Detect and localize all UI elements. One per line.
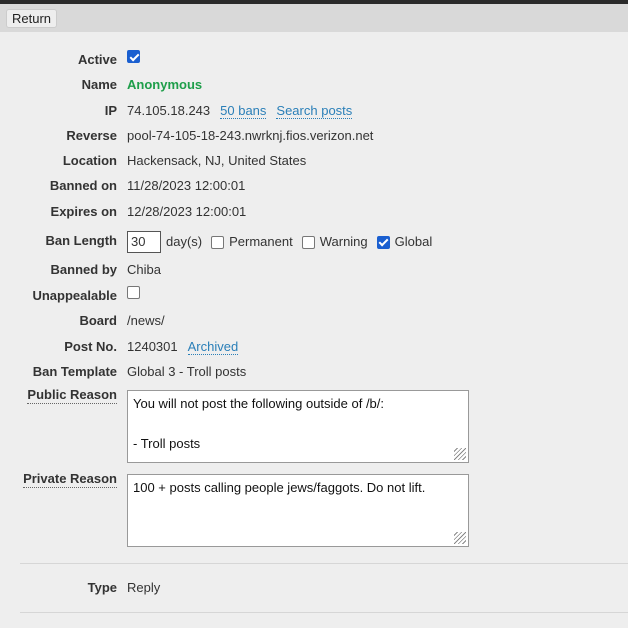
row-post-no: Post No. 1240301 Archived [0, 337, 628, 357]
row-ban-length: Ban Length 30 day(s) Permanent Warning G… [0, 231, 628, 253]
ban-length-unit: day(s) [166, 234, 203, 249]
row-ip: IP 74.105.18.243 50 bans Search posts [0, 101, 628, 121]
row-ban-template: Ban Template Global 3 - Troll posts [0, 362, 628, 382]
row-type: Type Reply [0, 578, 628, 598]
row-expires-on: Expires on 12/28/2023 12:00:01 [0, 202, 628, 222]
public-reason-label: Public Reason [27, 387, 117, 404]
private-reason-text: 100 + posts calling people jews/faggots.… [133, 480, 426, 495]
row-banned-on: Banned on 11/28/2023 12:00:01 [0, 176, 628, 196]
banned-by-label: Banned by [50, 262, 117, 277]
ip-value: 74.105.18.243 [127, 103, 211, 118]
ban-length-label: Ban Length [45, 233, 118, 248]
active-label: Active [77, 52, 117, 67]
warning-checkbox[interactable] [301, 235, 315, 249]
row-active: Active [0, 50, 628, 70]
row-reverse: Reverse pool-74-105-18-243.nwrknj.fios.v… [0, 126, 628, 146]
public-reason-textarea[interactable]: You will not post the following outside … [127, 390, 469, 463]
row-board: Board /news/ [0, 311, 628, 331]
ban-length-input[interactable]: 30 [127, 231, 161, 253]
divider [20, 612, 628, 613]
global-label: Global [394, 234, 433, 249]
divider [20, 563, 628, 564]
row-unappealable: Unappealable [0, 286, 628, 306]
permanent-checkbox[interactable] [211, 235, 225, 249]
archived-link[interactable]: Archived [187, 339, 239, 355]
global-checkbox[interactable] [376, 235, 390, 249]
unappealable-checkbox[interactable] [127, 286, 140, 299]
bans-link[interactable]: 50 bans [220, 103, 267, 119]
permanent-label: Permanent [229, 234, 293, 249]
unappealable-label: Unappealable [32, 288, 117, 303]
ban-template-label: Ban Template [32, 364, 117, 379]
reverse-value: pool-74-105-18-243.nwrknj.fios.verizon.n… [127, 128, 374, 143]
name-label: Name [81, 77, 117, 92]
active-checkbox[interactable] [127, 50, 140, 63]
name-value: Anonymous [127, 77, 203, 92]
banned-on-value: 11/28/2023 12:00:01 [127, 178, 246, 193]
toolbar: Return [0, 4, 628, 32]
board-label: Board [79, 313, 117, 328]
board-value: /news/ [127, 313, 165, 328]
type-label: Type [87, 580, 117, 595]
row-name: Name Anonymous [0, 75, 628, 95]
ip-label: IP [104, 103, 117, 118]
search-posts-link[interactable]: Search posts [276, 103, 353, 119]
expires-on-label: Expires on [50, 204, 117, 219]
type-value: Reply [127, 580, 161, 595]
expires-on-value: 12/28/2023 12:00:01 [127, 204, 247, 219]
resize-grip-icon[interactable] [454, 532, 466, 544]
reverse-label: Reverse [66, 128, 117, 143]
warning-label: Warning [319, 234, 368, 249]
banned-on-label: Banned on [49, 178, 117, 193]
row-location: Location Hackensack, NJ, United States [0, 151, 628, 171]
private-reason-textarea[interactable]: 100 + posts calling people jews/faggots.… [127, 474, 469, 547]
ban-template-value: Global 3 - Troll posts [127, 364, 247, 379]
post-no-label: Post No. [64, 339, 117, 354]
location-value: Hackensack, NJ, United States [127, 153, 307, 168]
public-reason-text: You will not post the following outside … [133, 396, 385, 451]
resize-grip-icon[interactable] [454, 448, 466, 460]
banned-by-value: Chiba [127, 262, 161, 277]
private-reason-label: Private Reason [23, 471, 117, 488]
return-button[interactable]: Return [6, 9, 58, 28]
post-no-value: 1240301 [127, 339, 178, 354]
row-banned-by: Banned by Chiba [0, 260, 628, 280]
location-label: Location [62, 153, 117, 168]
